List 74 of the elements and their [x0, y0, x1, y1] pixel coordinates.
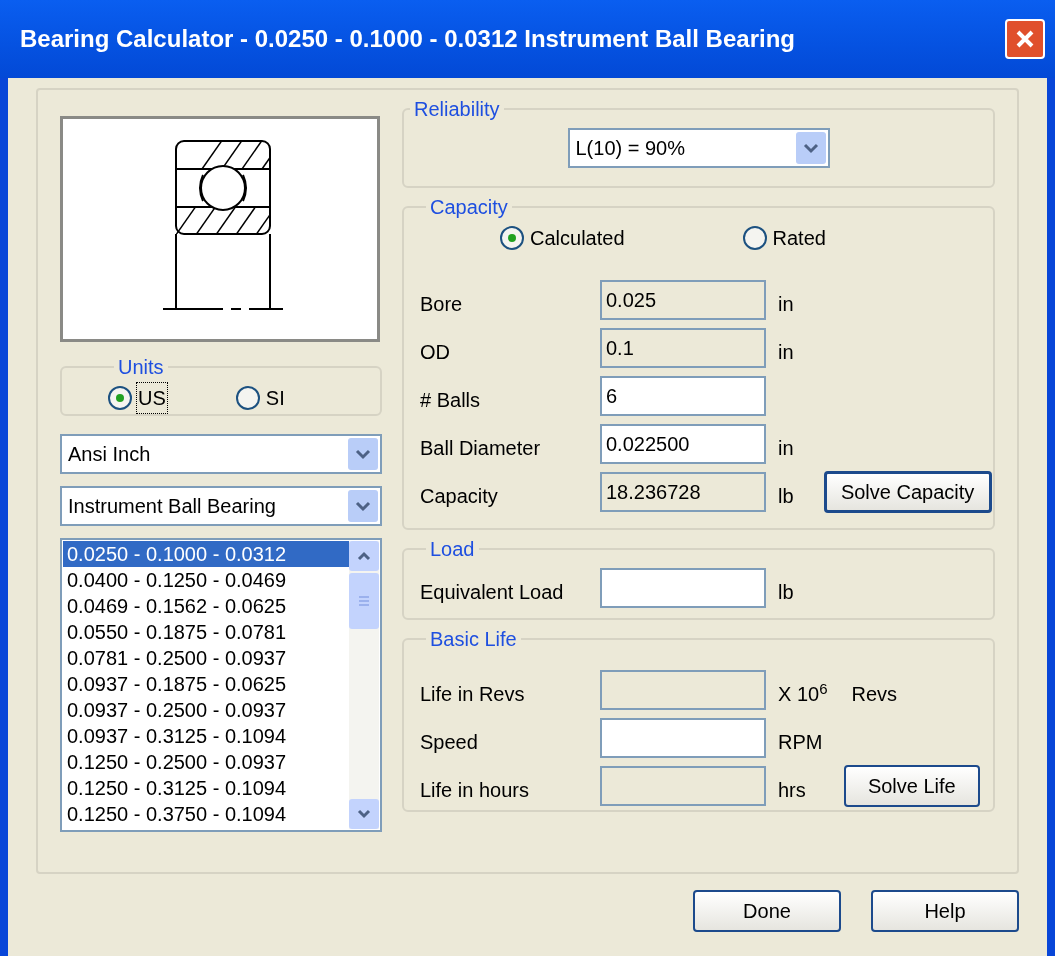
radio-label[interactable]: Calculated	[528, 222, 627, 254]
chevron-down-icon	[357, 809, 371, 819]
unit-label: in	[778, 292, 794, 317]
field-label: # Balls	[420, 388, 482, 413]
unit-label: lb	[778, 580, 794, 605]
field-label: Ball Diameter	[420, 436, 542, 461]
unit-label: lb	[778, 484, 794, 509]
list-item[interactable]: 0.0400 - 0.1250 - 0.0469	[63, 567, 349, 593]
group-label: Basic Life	[429, 627, 518, 652]
input-field[interactable]	[600, 718, 766, 758]
dropdown[interactable]: Instrument Ball Bearing	[60, 486, 382, 526]
group-label: Load	[429, 537, 476, 562]
group-label: Reliability	[413, 97, 501, 122]
scroll-down-button[interactable]	[349, 799, 379, 829]
field-label: OD	[420, 340, 451, 365]
grip-icon	[358, 595, 370, 607]
unit-label: RPM	[778, 730, 823, 755]
field-label: Capacity	[420, 484, 499, 509]
radio-label[interactable]: SI	[263, 382, 287, 414]
scroll-bar[interactable]	[349, 541, 379, 829]
list-item[interactable]: 0.0250 - 0.1000 - 0.0312	[63, 541, 349, 567]
push-button[interactable]: Help	[871, 890, 1019, 932]
dropdown[interactable]: L(10) = 90%	[567, 128, 830, 168]
list-item[interactable]: 0.0550 - 0.1875 - 0.0781	[63, 619, 349, 645]
list-item[interactable]: 0.1250 - 0.3125 - 0.1094	[63, 775, 349, 801]
input-field[interactable]: 0.1	[600, 328, 766, 368]
dropdown-arrow-button[interactable]	[348, 438, 378, 470]
window-title: Bearing Calculator - 0.0250 - 0.1000 - 0.0312 Instrument Ball Bearing	[20, 24, 795, 54]
field-label: Life in hours	[420, 778, 530, 803]
radio-button[interactable]	[235, 386, 260, 410]
input-field[interactable]: 0.025	[600, 280, 766, 320]
input-field[interactable]	[600, 766, 766, 806]
radio-label[interactable]: US	[136, 382, 168, 414]
field-label: Bore	[420, 292, 464, 317]
chevron-up-icon	[357, 551, 371, 561]
chevron-down-icon	[355, 448, 371, 460]
unit-label: in	[778, 436, 794, 461]
list-item[interactable]: 0.0937 - 0.3125 - 0.1094	[63, 723, 349, 749]
radio-button[interactable]	[500, 226, 524, 250]
list-item[interactable]: 0.0937 - 0.2500 - 0.0937	[63, 697, 349, 723]
unit-label: hrs	[778, 778, 806, 803]
field-label: Life in Revs	[420, 682, 526, 707]
scroll-up-button[interactable]	[349, 541, 379, 571]
close-icon	[1015, 29, 1035, 49]
list-item[interactable]: 0.1250 - 0.3750 - 0.1094	[63, 801, 349, 827]
dropdown-arrow-button[interactable]	[795, 132, 826, 164]
input-field[interactable]: 6	[600, 376, 766, 416]
unit-label: Revs	[851, 682, 898, 707]
unit-label: X 10$^{6}$	[778, 678, 828, 707]
push-button[interactable]: Done	[693, 890, 841, 932]
input-field[interactable]	[600, 568, 766, 608]
input-field[interactable]: 18.236728	[600, 472, 766, 512]
list-item[interactable]: 0.0469 - 0.1562 - 0.0625	[63, 593, 349, 619]
push-button[interactable]: Solve Life	[843, 765, 980, 807]
input-field[interactable]: 0.022500	[600, 424, 766, 464]
dropdown-arrow-button[interactable]	[348, 490, 378, 522]
list-item[interactable]: 0.1250 - 0.2500 - 0.0937	[63, 749, 349, 775]
close-button[interactable]	[1005, 19, 1045, 59]
chevron-down-icon	[355, 500, 371, 512]
scroll-thumb[interactable]	[349, 573, 379, 629]
dropdown[interactable]: Ansi Inch	[60, 434, 382, 474]
field-label: Speed	[420, 730, 479, 755]
list-item[interactable]: 0.0937 - 0.1875 - 0.0625	[63, 671, 349, 697]
radio-label[interactable]: Rated	[770, 222, 828, 254]
list-item[interactable]: 0.0781 - 0.2500 - 0.0937	[63, 645, 349, 671]
group-label: Units	[117, 355, 165, 380]
push-button[interactable]: Solve Capacity	[823, 471, 992, 513]
radio-button[interactable]	[742, 226, 767, 250]
chevron-down-icon	[802, 142, 819, 154]
group-label: Capacity	[429, 195, 509, 220]
radio-button[interactable]	[108, 386, 132, 410]
input-field[interactable]	[600, 670, 766, 710]
field-label: Equivalent Load	[420, 580, 565, 605]
unit-label: in	[778, 340, 794, 365]
